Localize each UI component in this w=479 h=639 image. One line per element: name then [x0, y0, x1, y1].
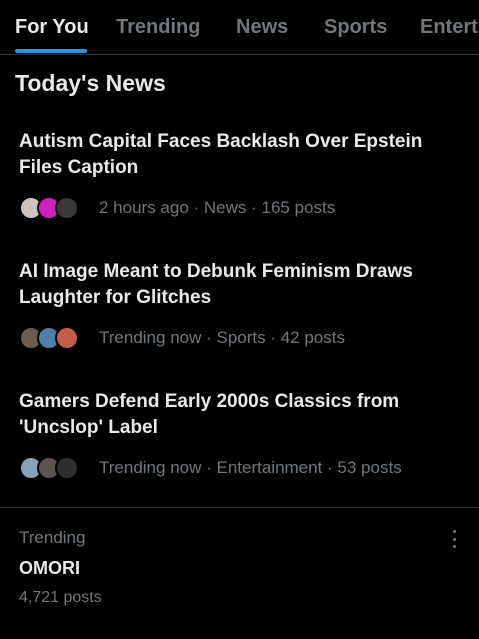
- trend-item[interactable]: Trending OMORI 4,721 posts: [19, 528, 459, 607]
- story-title: Autism Capital Faces Backlash Over Epste…: [19, 131, 423, 178]
- tab-news[interactable]: News: [236, 16, 288, 39]
- tab-for-you[interactable]: For You: [15, 16, 89, 39]
- story-meta: Trending now · Sports · 42 posts: [99, 328, 345, 347]
- story-title: AI Image Meant to Debunk Feminism Draws …: [19, 261, 413, 308]
- avatar: [55, 196, 79, 220]
- section-title: Today's News: [15, 70, 166, 96]
- trend-category: Trending: [19, 528, 86, 547]
- avatar-group: [19, 456, 93, 480]
- news-story[interactable]: AI Image Meant to Debunk Feminism Draws …: [19, 259, 459, 351]
- more-options-icon[interactable]: [449, 530, 459, 548]
- story-title: Gamers Defend Early 2000s Classics from …: [19, 391, 400, 438]
- trend-post-count: 4,721 posts: [19, 589, 102, 606]
- story-meta: Trending now · Entertainment · 53 posts: [99, 458, 402, 477]
- avatar: [55, 456, 79, 480]
- avatar: [55, 326, 79, 350]
- avatar-group: [19, 196, 93, 220]
- top-tab-bar: For You Trending News Sports Entert: [0, 0, 479, 55]
- avatar-group: [19, 326, 93, 350]
- divider: [0, 507, 479, 508]
- story-meta: 2 hours ago · News · 165 posts: [99, 198, 336, 217]
- trend-name: OMORI: [19, 558, 80, 578]
- tab-sports[interactable]: Sports: [324, 16, 387, 39]
- news-story[interactable]: Gamers Defend Early 2000s Classics from …: [19, 389, 459, 481]
- active-tab-indicator: [15, 49, 87, 53]
- news-story[interactable]: Autism Capital Faces Backlash Over Epste…: [19, 129, 459, 221]
- tab-entertainment[interactable]: Entert: [420, 16, 478, 39]
- tab-trending[interactable]: Trending: [116, 16, 200, 39]
